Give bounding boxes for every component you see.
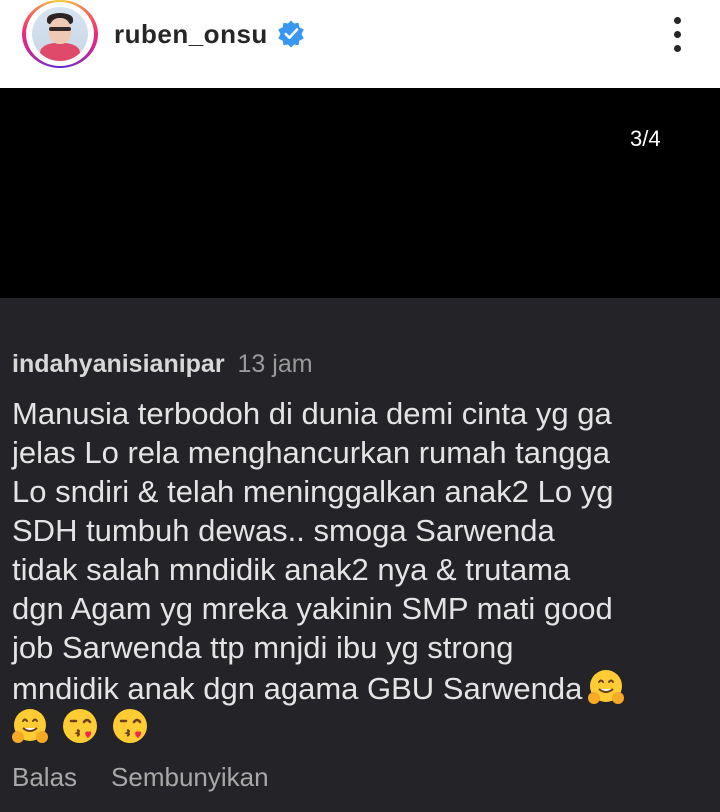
comment-timestamp: 13 jam (237, 350, 313, 378)
reply-button[interactable]: Balas (12, 762, 77, 793)
comment-line: jelas Lo rela menghancurkan rumah tangga (12, 435, 610, 470)
story-ring-avatar[interactable] (22, 0, 98, 68)
comment-username[interactable]: indahyanisianipar (12, 350, 225, 378)
comment-actions: Balas Sembunyikan (12, 762, 269, 793)
comment-line: job Sarwenda ttp mnjdi ibu yg strong (12, 630, 514, 665)
comment-line-last: mndidik anak dgn agama GBU Sarwenda (12, 667, 712, 708)
comment-line: Manusia terbodoh di dunia demi cinta yg … (12, 396, 612, 431)
comment-line: Lo sndiri & telah meninggalkan anak2 Lo … (12, 474, 614, 509)
comment-header: indahyanisianipar 13 jam (12, 350, 313, 379)
comment-line: dgn Agam yg mreka yakinin SMP mati good (12, 591, 613, 626)
more-options-button[interactable] (662, 12, 692, 56)
carousel-page-indicator: 3/4 (630, 126, 661, 151)
comment-text: Manusia terbodoh di dunia demi cinta yg … (12, 394, 712, 708)
username-row: ruben_onsu (114, 14, 306, 54)
avatar-head-shape (49, 18, 71, 44)
hide-button[interactable]: Sembunyikan (111, 762, 269, 793)
comment-line: mndidik anak dgn agama GBU Sarwenda (12, 671, 583, 706)
post-header: ruben_onsu (0, 0, 720, 88)
post-media-carousel[interactable]: 3/4 (0, 88, 720, 298)
face-blowing-kiss-icon (113, 709, 147, 743)
verified-badge-icon (278, 20, 304, 48)
username-link[interactable]: ruben_onsu (114, 19, 268, 50)
comment-screenshot: indahyanisianipar 13 jam Manusia terbodo… (0, 298, 720, 812)
comment-line: tidak salah mndidik anak2 nya & trutama (12, 552, 571, 587)
more-vertical-icon (673, 16, 681, 24)
avatar-glasses-shape (49, 27, 71, 31)
more-vertical-icon-dot-2 (673, 30, 681, 38)
emoji-row (10, 706, 150, 746)
face-blowing-kiss-icon (63, 709, 97, 743)
avatar-body-shape (40, 43, 80, 61)
avatar (32, 7, 88, 61)
comment-line: SDH tumbuh dewas.. smoga Sarwenda (12, 513, 555, 548)
more-vertical-icon-dot-3 (673, 44, 681, 52)
avatar-frame (26, 2, 94, 66)
hugging-face-icon (588, 670, 625, 704)
hugging-face-icon (12, 709, 48, 743)
